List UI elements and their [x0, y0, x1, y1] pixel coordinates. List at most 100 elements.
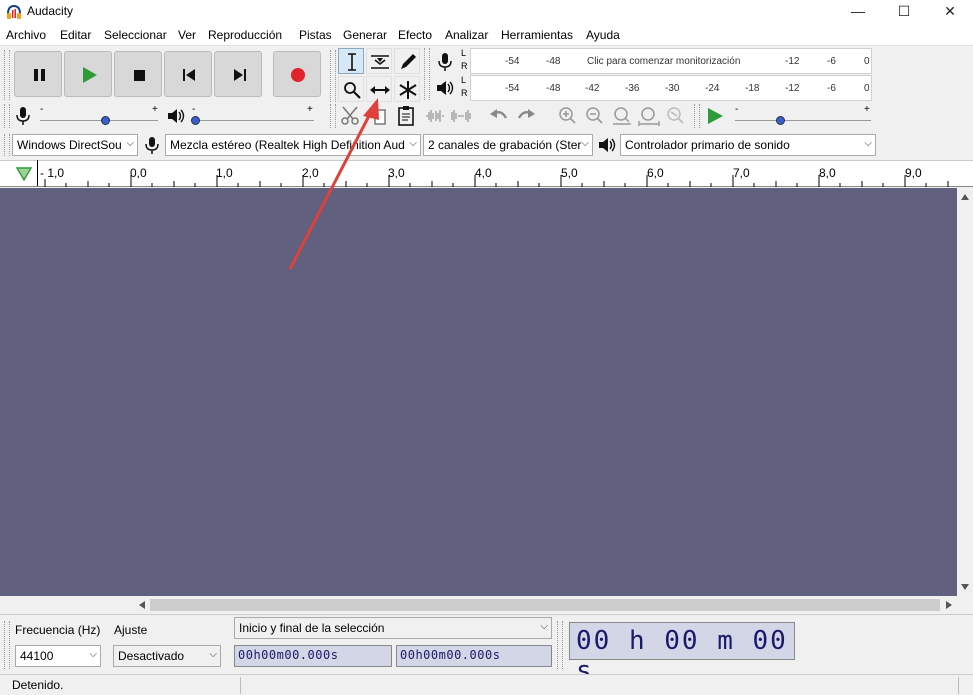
- selection-start-time[interactable]: 00h00m00.000s: [234, 645, 392, 667]
- play-button[interactable]: [64, 51, 112, 97]
- minimize-button[interactable]: —: [835, 0, 881, 24]
- trim-audio-button[interactable]: [422, 104, 448, 128]
- tools-grip[interactable]: [330, 50, 336, 102]
- trim-icon: [426, 110, 444, 122]
- stop-button[interactable]: [114, 51, 162, 97]
- zoom-in-button[interactable]: [555, 104, 581, 128]
- record-meter-mic-icon[interactable]: [434, 50, 456, 74]
- play-meter-r: R: [461, 88, 468, 98]
- output-volume-speaker-icon: [168, 109, 185, 123]
- fit-selection-icon: [613, 107, 631, 125]
- audio-host-select[interactable]: Windows DirectSou ⌵: [12, 134, 138, 156]
- horizontal-scrollbar[interactable]: [0, 596, 957, 614]
- menu-generar[interactable]: Generar: [343, 28, 387, 42]
- play-at-speed-icon: [708, 108, 723, 124]
- recording-device-mic-icon: [145, 137, 159, 154]
- scrollbar-h-arrows: [139, 601, 952, 609]
- play-tick: -48: [546, 83, 561, 94]
- record-meter[interactable]: -54 -48 Clic para comenzar monitorizació…: [470, 48, 872, 74]
- zoom-toggle-button[interactable]: [663, 104, 689, 128]
- fit-project-icon: [638, 107, 660, 126]
- play-meter-l: L: [461, 75, 467, 85]
- envelope-tool[interactable]: [366, 48, 392, 74]
- redo-button[interactable]: [513, 104, 539, 128]
- menu-ayuda[interactable]: Ayuda: [586, 28, 620, 42]
- playback-meter[interactable]: -54 -48 -42 -36 -30 -24 -18 -12 -6 0: [470, 75, 872, 101]
- device-grip[interactable]: [4, 134, 10, 156]
- snap-select[interactable]: Desactivado ⌵: [113, 645, 221, 667]
- selection-toolbar: Frecuencia (Hz) 44100 ⌵ Ajuste Desactiva…: [0, 614, 973, 674]
- close-button[interactable]: ✕: [927, 0, 973, 24]
- menu-herramientas[interactable]: Herramientas: [501, 28, 573, 42]
- play-tick: -24: [705, 83, 720, 94]
- record-tick: -12: [785, 56, 800, 67]
- play-tick: -54: [505, 83, 520, 94]
- ruler-ticks: [44, 175, 949, 187]
- selection-grip[interactable]: [4, 621, 10, 669]
- silence-audio-button[interactable]: [448, 104, 474, 128]
- meters-grip[interactable]: [424, 48, 430, 100]
- play-tick: -42: [585, 83, 600, 94]
- fit-selection-button[interactable]: [609, 104, 635, 128]
- skip-to-end-button[interactable]: [214, 51, 262, 97]
- snap-label: Ajuste: [114, 623, 148, 637]
- zoom-in-icon: [559, 107, 576, 124]
- menu-pistas[interactable]: Pistas: [299, 28, 332, 42]
- status-divider: [240, 677, 241, 694]
- play-speed-knob[interactable]: [776, 116, 785, 125]
- audio-position-display[interactable]: 00 h 00 m 00 s: [569, 622, 795, 686]
- status-text: Detenido.: [12, 678, 64, 692]
- recording-channels-value: 2 canales de grabación (Ster: [428, 138, 582, 152]
- track-panel[interactable]: [0, 188, 957, 596]
- menu-editar[interactable]: Editar: [60, 28, 91, 42]
- chevron-down-icon: ⌵: [581, 138, 589, 149]
- selection-tool[interactable]: [338, 48, 364, 74]
- scrollbar-arrows: [961, 194, 969, 590]
- play-speed-slider[interactable]: [735, 120, 871, 121]
- timeline-ruler[interactable]: - 1,0 0,0 1,0 2,0 3,0 4,0 5,0 6,0 7,0 8,…: [0, 160, 973, 187]
- device-toolbar: Windows DirectSou ⌵ Mezcla estéreo (Real…: [0, 132, 973, 158]
- play-tick: -18: [745, 83, 760, 94]
- output-volume-knob[interactable]: [191, 116, 200, 125]
- maximize-button[interactable]: ☐: [881, 0, 927, 24]
- mixer-grip[interactable]: [4, 104, 10, 128]
- input-volume-mic-icon: [16, 107, 30, 125]
- input-volume-slider[interactable]: [40, 120, 158, 121]
- pause-icon: [34, 69, 45, 81]
- playback-meter-speaker-icon[interactable]: [434, 77, 456, 99]
- time-grip[interactable]: [557, 621, 563, 669]
- menu-seleccionar[interactable]: Seleccionar: [104, 28, 167, 42]
- zoom-out-button[interactable]: [582, 104, 608, 128]
- record-button[interactable]: [273, 51, 321, 97]
- menu-archivo[interactable]: Archivo: [6, 28, 46, 42]
- play-speed-grip[interactable]: [694, 104, 700, 128]
- recording-channels-select[interactable]: 2 canales de grabación (Ster ⌵: [423, 134, 593, 156]
- draw-tool[interactable]: [394, 48, 420, 74]
- menu-reproduccion[interactable]: Reproducción: [208, 28, 282, 42]
- playback-device-value: Controlador primario de sonido: [625, 138, 790, 152]
- play-at-speed-button[interactable]: [702, 104, 728, 128]
- vertical-scrollbar[interactable]: [957, 188, 973, 596]
- record-meter-l: L: [461, 48, 467, 58]
- selection-mode-select[interactable]: Inicio y final de la selección ⌵: [234, 617, 552, 639]
- playback-device-select[interactable]: Controlador primario de sonido ⌵: [620, 134, 876, 156]
- menu-bar: Archivo Editar Seleccionar Ver Reproducc…: [0, 24, 973, 46]
- menu-ver[interactable]: Ver: [178, 28, 196, 42]
- input-volume-knob[interactable]: [101, 116, 110, 125]
- selection-end-time[interactable]: 00h00m00.000s: [396, 645, 552, 667]
- speed-slider-min: -: [735, 104, 739, 115]
- undo-button[interactable]: [486, 104, 512, 128]
- multi-tool[interactable]: [394, 76, 420, 102]
- play-tick: -30: [665, 83, 680, 94]
- menu-analizar[interactable]: Analizar: [445, 28, 488, 42]
- menu-efecto[interactable]: Efecto: [398, 28, 432, 42]
- pause-button[interactable]: [14, 51, 62, 97]
- project-rate-select[interactable]: 44100 ⌵: [15, 645, 101, 667]
- fit-project-button[interactable]: [636, 104, 662, 128]
- record-meter-r: R: [461, 61, 468, 71]
- skip-start-icon: [183, 69, 195, 81]
- paste-button[interactable]: [394, 104, 420, 128]
- transport-grip[interactable]: [4, 50, 10, 100]
- project-rate-value: 44100: [20, 649, 54, 663]
- skip-to-start-button[interactable]: [164, 51, 212, 97]
